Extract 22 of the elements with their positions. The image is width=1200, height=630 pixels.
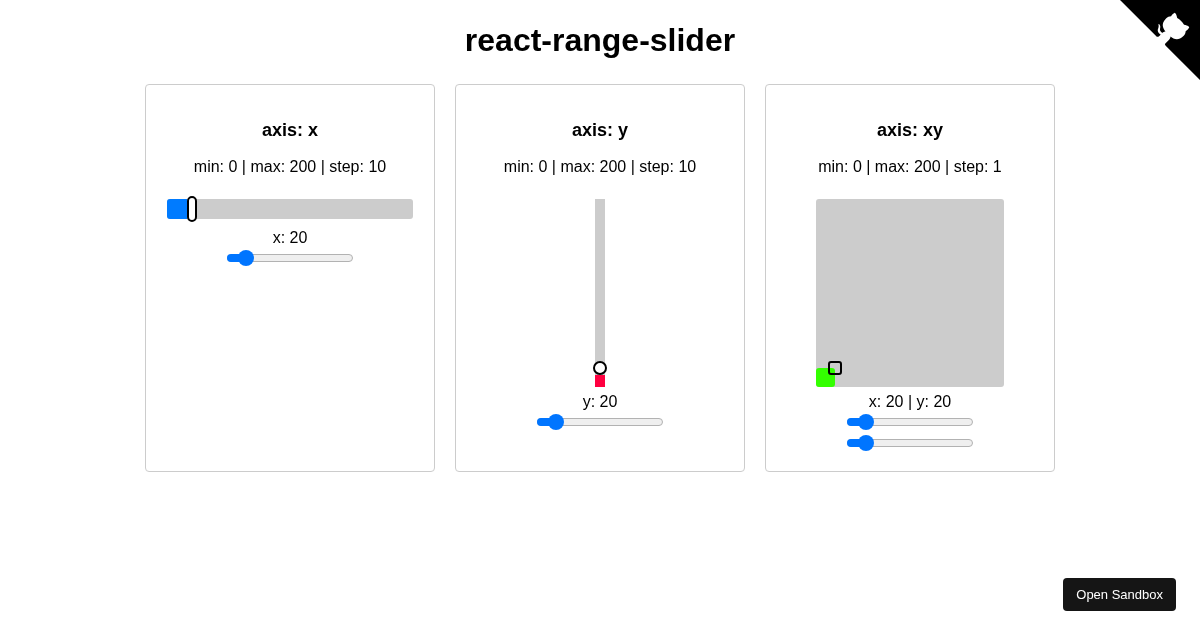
range-thumb[interactable] — [857, 435, 874, 451]
slider-thumb[interactable] — [186, 196, 197, 222]
range-thumb[interactable] — [857, 414, 874, 430]
slider-thumb[interactable] — [593, 361, 607, 376]
card-heading: axis: xy — [876, 119, 944, 141]
range-info: min: 0 | max: 200 | step: 1 — [818, 157, 1002, 177]
value-readout: y: 20 — [582, 393, 618, 411]
value-readout: x: 20 | y: 20 — [868, 393, 952, 411]
value-readout: x: 20 — [272, 229, 308, 247]
range-info: min: 0 | max: 200 | step: 10 — [503, 157, 697, 177]
card-heading: axis: x — [261, 119, 318, 141]
range-info: min: 0 | max: 200 | step: 10 — [193, 157, 387, 177]
cat-corner-icon[interactable] — [1120, 0, 1200, 80]
card-heading: axis: y — [571, 119, 628, 141]
range-thumb[interactable] — [237, 250, 254, 266]
slider-track[interactable] — [595, 199, 605, 387]
open-sandbox-button[interactable]: Open Sandbox — [1063, 578, 1176, 611]
slider-pad[interactable] — [816, 199, 1004, 387]
range-thumb[interactable] — [547, 414, 564, 430]
slider-track[interactable] — [167, 199, 413, 219]
page-title: react-range-slider — [463, 22, 737, 59]
slider-thumb[interactable] — [827, 361, 842, 376]
